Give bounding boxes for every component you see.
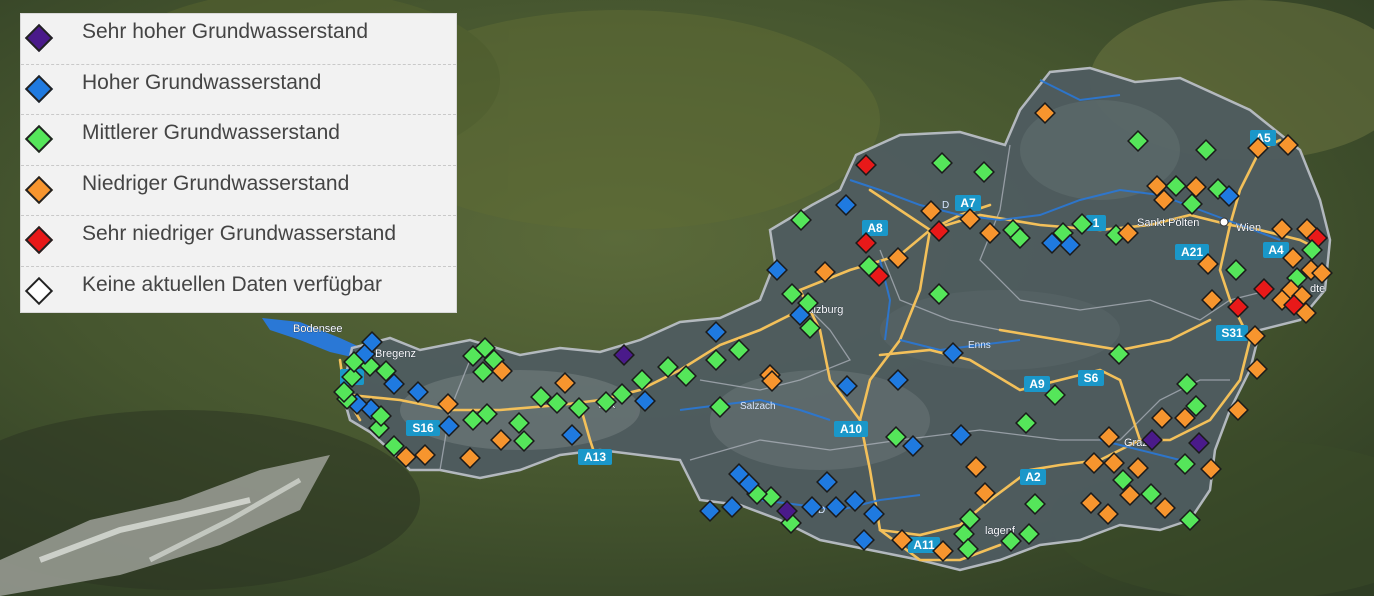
svg-text:A13: A13	[584, 450, 606, 464]
legend-item-sehr-niedrig: Sehr niedriger Grundwasserstand	[21, 216, 456, 267]
svg-text:A4: A4	[1268, 243, 1284, 257]
legend-label: Niedriger Grundwasserstand	[82, 171, 350, 195]
svg-text:A11: A11	[913, 538, 935, 552]
label-sankt-poelten: Sankt Pölten	[1137, 217, 1199, 229]
sankt-poelten-dot	[1219, 217, 1229, 227]
legend-label: Keine aktuellen Daten verfügbar	[82, 272, 383, 296]
shield-s16: S16	[406, 420, 440, 436]
legend-label: Mittlerer Grundwasserstand	[82, 121, 340, 144]
diamond-icon	[24, 225, 54, 255]
legend-item-mittel: Mittlerer Grundwasserstand	[21, 115, 456, 166]
shield-a7: A7	[955, 195, 981, 211]
label-bregenz: Bregenz	[375, 348, 416, 360]
svg-text:A7: A7	[960, 196, 976, 210]
diamond-icon	[24, 23, 54, 53]
legend-item-keine-daten: Keine aktuellen Daten verfügbar	[21, 267, 456, 317]
svg-text:A10: A10	[840, 422, 862, 436]
label-eisenstadt: dte	[1310, 283, 1325, 295]
svg-text:A2: A2	[1025, 470, 1041, 484]
diamond-icon	[24, 74, 54, 103]
shield-a9: A9	[1024, 376, 1050, 392]
legend-label: Hoher Grundwasserstand	[82, 70, 322, 94]
legend-item-niedrig: Niedriger Grundwasserstand	[21, 166, 456, 216]
svg-text:1: 1	[1093, 216, 1100, 230]
diamond-icon	[24, 175, 54, 204]
label-salzach: Salzach	[740, 401, 776, 412]
label-enns: Enns	[968, 340, 991, 351]
legend-panel: Sehr hoher Grundwasserstand Hoher Grundw…	[20, 13, 457, 313]
label-bodensee: Bodensee	[293, 323, 343, 335]
label-wien: Wien	[1236, 222, 1261, 234]
diamond-icon	[24, 276, 54, 305]
svg-text:A9: A9	[1029, 377, 1045, 391]
svg-text:A8: A8	[867, 221, 883, 235]
svg-text:A21: A21	[1181, 245, 1203, 259]
legend-label: Sehr niedriger Grundwasserstand	[82, 222, 396, 245]
legend-item-hoch: Hoher Grundwasserstand	[21, 65, 456, 115]
shield-a10: A10	[834, 421, 868, 437]
legend-item-sehr-hoch: Sehr hoher Grundwasserstand	[21, 14, 456, 65]
shield-a13: A13	[578, 449, 612, 465]
svg-text:S16: S16	[412, 421, 434, 435]
shield-s31: S31	[1216, 325, 1248, 341]
svg-text:S6: S6	[1084, 371, 1099, 385]
svg-text:S31: S31	[1221, 326, 1243, 340]
shield-s6: S6	[1078, 370, 1104, 386]
shield-a2: A2	[1020, 469, 1046, 485]
diamond-icon	[24, 124, 54, 154]
label-donau: D	[942, 200, 949, 211]
legend-label: Sehr hoher Grundwasserstand	[82, 20, 368, 43]
